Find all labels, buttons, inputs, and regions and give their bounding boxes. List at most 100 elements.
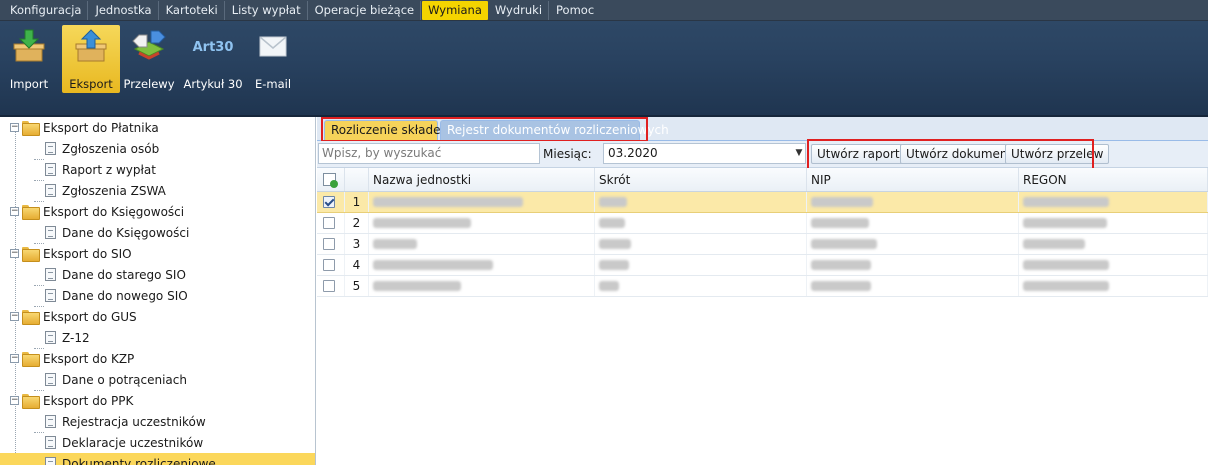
ribbon-art30-label: Artykuł 30 [183, 77, 243, 91]
menu-wydruki[interactable]: Wydruki [489, 0, 550, 20]
cell-nip [807, 234, 1019, 254]
ribbon-export-button[interactable]: Eksport [62, 25, 120, 93]
tree-item-label: Dane do starego SIO [62, 267, 186, 282]
tree-item-label: Zgłoszenia ZSWA [62, 183, 166, 198]
select-all-icon[interactable] [323, 173, 338, 188]
tree-item-zgloszenia-zswa[interactable]: Zgłoszenia ZSWA [0, 180, 315, 202]
collapse-icon[interactable]: − [10, 123, 19, 132]
select-all-cell[interactable] [317, 168, 345, 191]
menu-pomoc[interactable]: Pomoc [550, 1, 600, 20]
tree-node-label: Eksport do PPK [43, 393, 134, 408]
document-icon [45, 163, 56, 176]
tree-item-rejestracja-uczestnikow[interactable]: Rejestracja uczestników [0, 411, 315, 433]
cell-nip [807, 213, 1019, 233]
chevron-down-icon[interactable]: ▼ [792, 143, 806, 164]
cell-nazwa [369, 213, 595, 233]
tree-node-ppk[interactable]: − Eksport do PPK [0, 390, 315, 411]
document-icon [45, 184, 56, 197]
folder-icon [22, 310, 40, 325]
table-row[interactable]: 5 [317, 276, 1208, 297]
tree-node-label: Eksport do SIO [43, 246, 132, 261]
tree-node-kzp[interactable]: − Eksport do KZP [0, 348, 315, 369]
row-checkbox[interactable] [323, 259, 335, 271]
buttons-highlight-frame [807, 139, 1094, 170]
row-checkbox[interactable] [323, 217, 335, 229]
tree-item-label: Rejestracja uczestników [62, 414, 206, 429]
tree-item-deklaracje-uczestnikow[interactable]: Deklaracje uczestników [0, 432, 315, 454]
cell-skrot [595, 255, 807, 275]
collapse-icon[interactable]: − [10, 249, 19, 258]
tabs-highlight-frame [321, 117, 648, 142]
col-nip[interactable]: NIP [807, 168, 1019, 191]
row-checkbox[interactable] [323, 280, 335, 292]
ribbon-email-label: E-mail [254, 77, 292, 91]
menu-operacje-biezace[interactable]: Operacje bieżące [309, 0, 422, 20]
ribbon-import-button[interactable]: Import [2, 25, 56, 93]
row-number: 3 [345, 234, 369, 254]
search-input[interactable]: Wpisz, by wyszukać [318, 143, 540, 164]
collapse-icon[interactable]: − [10, 312, 19, 321]
document-icon [45, 331, 56, 344]
collapse-icon[interactable]: − [10, 354, 19, 363]
tree-item-label: Raport z wypłat [62, 162, 156, 177]
tree-item-label: Dokumenty rozliczeniowe [62, 456, 216, 465]
ribbon-transfers-button[interactable]: Przelewy [123, 25, 175, 93]
col-nazwa-jednostki[interactable]: Nazwa jednostki [369, 168, 595, 191]
tree-item-dane-o-potraceniach[interactable]: Dane o potrąceniach [0, 369, 315, 391]
ribbon-toolbar: Import Eksport Przelewy Art30 Artykuł 30… [0, 21, 1208, 117]
month-select[interactable]: 03.2020 [603, 143, 806, 164]
col-skrot[interactable]: Skrót [595, 168, 807, 191]
row-checkbox[interactable] [323, 238, 335, 250]
cell-nip [807, 276, 1019, 296]
table-row[interactable]: 4 [317, 255, 1208, 276]
export-box-icon [71, 27, 111, 67]
folder-icon [22, 352, 40, 367]
table-row[interactable]: 1 [317, 192, 1208, 213]
menu-kartoteki[interactable]: Kartoteki [160, 0, 225, 20]
document-icon [45, 373, 56, 386]
tree-item-label: Dane do Księgowości [62, 225, 190, 240]
menu-jednostka[interactable]: Jednostka [89, 0, 159, 20]
tree-item-dokumenty-rozliczeniowe[interactable]: Dokumenty rozliczeniowe [0, 453, 315, 465]
row-number-header [345, 168, 369, 191]
ribbon-art30-button[interactable]: Art30 Artykuł 30 [180, 25, 246, 93]
tree-node-platnik[interactable]: − Eksport do Płatnika [0, 117, 315, 138]
tree-node-label: Eksport do Płatnika [43, 120, 159, 135]
tree-node-ksiegowosc[interactable]: − Eksport do Księgowości [0, 201, 315, 222]
menu-konfiguracja[interactable]: Konfiguracja [4, 0, 89, 20]
tree-item-z12[interactable]: Z-12 [0, 327, 315, 349]
tree-item-dane-nowy-sio[interactable]: Dane do nowego SIO [0, 285, 315, 307]
tree-item-dane-do-ksiegowosci[interactable]: Dane do Księgowości [0, 222, 315, 244]
ribbon-import-label: Import [9, 77, 49, 91]
folder-icon [22, 394, 40, 409]
menu-wymiana[interactable]: Wymiana [422, 0, 488, 20]
tree-item-zgloszenia-osob[interactable]: Zgłoszenia osób [0, 138, 315, 160]
tree-node-sio[interactable]: − Eksport do SIO [0, 243, 315, 264]
tree-item-dane-stary-sio[interactable]: Dane do starego SIO [0, 264, 315, 286]
collapse-icon[interactable]: − [10, 396, 19, 405]
document-icon [45, 226, 56, 239]
main-menu-bar: Konfiguracja Jednostka Kartoteki Listy w… [0, 0, 1208, 21]
cell-nazwa [369, 192, 595, 212]
tree-node-label: Eksport do GUS [43, 309, 137, 324]
document-icon [45, 289, 56, 302]
table-row[interactable]: 2 [317, 213, 1208, 234]
document-icon [45, 415, 56, 428]
row-checkbox[interactable] [323, 196, 335, 208]
tree-item-label: Z-12 [62, 330, 90, 345]
tree-node-gus[interactable]: − Eksport do GUS [0, 306, 315, 327]
menu-listy-wyplat[interactable]: Listy wypłat [226, 0, 308, 20]
tree-item-label: Zgłoszenia osób [62, 141, 160, 156]
ribbon-email-button[interactable]: E-mail [252, 25, 294, 93]
content-panel: Rozliczenie składek Rejestr dokumentów r… [317, 117, 1208, 465]
document-icon [45, 268, 56, 281]
table-row[interactable]: 3 [317, 234, 1208, 255]
tree-item-raport-z-wyplat[interactable]: Raport z wypłat [0, 159, 315, 181]
collapse-icon[interactable]: − [10, 207, 19, 216]
row-number: 5 [345, 276, 369, 296]
cell-regon [1019, 234, 1208, 254]
cell-skrot [595, 234, 807, 254]
col-regon[interactable]: REGON [1019, 168, 1208, 191]
cell-skrot [595, 192, 807, 212]
tree-node-label: Eksport do Księgowości [43, 204, 185, 219]
